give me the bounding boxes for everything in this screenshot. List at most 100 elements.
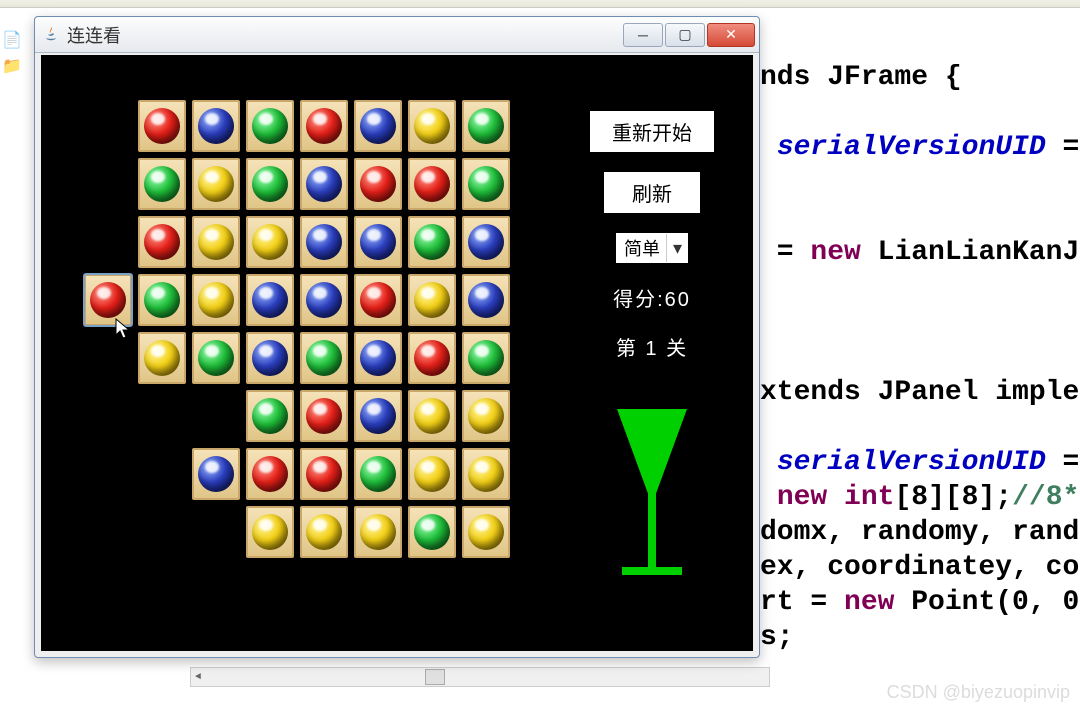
game-tile[interactable] (192, 100, 240, 152)
game-tile[interactable] (462, 390, 510, 442)
game-tile[interactable] (408, 332, 456, 384)
board-cell[interactable] (351, 213, 405, 271)
game-tile[interactable] (300, 390, 348, 442)
board-cell[interactable] (459, 387, 513, 445)
game-tile[interactable] (192, 332, 240, 384)
horizontal-scrollbar[interactable] (190, 667, 770, 687)
game-tile[interactable] (354, 216, 402, 268)
board-cell[interactable] (351, 445, 405, 503)
game-tile[interactable] (354, 448, 402, 500)
game-tile[interactable] (246, 216, 294, 268)
board-cell[interactable] (297, 329, 351, 387)
board-cell[interactable] (405, 387, 459, 445)
board-cell[interactable] (243, 329, 297, 387)
board-cell[interactable] (135, 329, 189, 387)
game-tile[interactable] (192, 158, 240, 210)
board-cell[interactable] (81, 97, 135, 155)
maximize-button[interactable]: ▢ (665, 23, 705, 47)
game-tile[interactable] (138, 274, 186, 326)
game-tile[interactable] (354, 332, 402, 384)
board-cell[interactable] (297, 271, 351, 329)
game-tile[interactable] (408, 506, 456, 558)
game-tile[interactable] (462, 274, 510, 326)
game-tile[interactable] (246, 158, 294, 210)
game-tile[interactable] (462, 100, 510, 152)
board-cell[interactable] (189, 503, 243, 561)
board-cell[interactable] (351, 155, 405, 213)
game-tile[interactable] (408, 274, 456, 326)
board-cell[interactable] (135, 387, 189, 445)
board-cell[interactable] (405, 445, 459, 503)
titlebar[interactable]: 连连看 ─ ▢ ✕ (35, 17, 759, 53)
game-tile[interactable] (138, 332, 186, 384)
board-cell[interactable] (81, 213, 135, 271)
board-cell[interactable] (459, 155, 513, 213)
board-cell[interactable] (351, 387, 405, 445)
game-tile[interactable] (246, 274, 294, 326)
game-tile[interactable] (300, 158, 348, 210)
board-cell[interactable] (189, 387, 243, 445)
board-cell[interactable] (135, 97, 189, 155)
board-cell[interactable] (459, 97, 513, 155)
game-tile[interactable] (354, 274, 402, 326)
board-cell[interactable] (243, 97, 297, 155)
game-tile[interactable] (246, 332, 294, 384)
board-cell[interactable] (297, 213, 351, 271)
board-cell[interactable] (405, 271, 459, 329)
board-cell[interactable] (135, 213, 189, 271)
game-tile[interactable] (246, 390, 294, 442)
game-tile[interactable] (138, 158, 186, 210)
board-cell[interactable] (135, 445, 189, 503)
board-cell[interactable] (189, 445, 243, 503)
board-cell[interactable] (135, 503, 189, 561)
board-cell[interactable] (135, 155, 189, 213)
game-tile[interactable] (408, 100, 456, 152)
board-cell[interactable] (189, 155, 243, 213)
board-cell[interactable] (297, 155, 351, 213)
game-tile[interactable] (300, 216, 348, 268)
board-cell[interactable] (405, 97, 459, 155)
board-cell[interactable] (351, 329, 405, 387)
board-cell[interactable] (459, 445, 513, 503)
game-tile[interactable] (192, 216, 240, 268)
game-tile[interactable] (462, 448, 510, 500)
game-tile[interactable] (354, 158, 402, 210)
board-cell[interactable] (351, 97, 405, 155)
board-cell[interactable] (81, 387, 135, 445)
board-cell[interactable] (81, 503, 135, 561)
board-cell[interactable] (189, 97, 243, 155)
game-tile[interactable] (408, 216, 456, 268)
game-tile[interactable] (246, 100, 294, 152)
game-tile[interactable] (300, 100, 348, 152)
game-tile[interactable] (300, 448, 348, 500)
board-cell[interactable] (405, 213, 459, 271)
board-cell[interactable] (297, 445, 351, 503)
board-cell[interactable] (135, 271, 189, 329)
game-tile[interactable] (246, 506, 294, 558)
game-tile[interactable] (192, 274, 240, 326)
board-cell[interactable] (459, 329, 513, 387)
close-button[interactable]: ✕ (707, 23, 755, 47)
board-cell[interactable] (297, 387, 351, 445)
difficulty-dropdown[interactable]: 简单 ▾ (616, 233, 688, 263)
board-cell[interactable] (81, 155, 135, 213)
game-tile[interactable] (408, 158, 456, 210)
game-tile[interactable] (300, 274, 348, 326)
board-cell[interactable] (297, 97, 351, 155)
game-tile[interactable] (408, 390, 456, 442)
game-tile[interactable] (300, 506, 348, 558)
minimize-button[interactable]: ─ (623, 23, 663, 47)
game-tile[interactable] (354, 390, 402, 442)
board-cell[interactable] (243, 503, 297, 561)
board-cell[interactable] (81, 445, 135, 503)
board-cell[interactable] (189, 271, 243, 329)
board-cell[interactable] (459, 503, 513, 561)
game-tile[interactable] (300, 332, 348, 384)
game-tile[interactable] (462, 158, 510, 210)
game-tile[interactable] (462, 506, 510, 558)
board-cell[interactable] (351, 503, 405, 561)
game-tile[interactable] (246, 448, 294, 500)
game-tile[interactable] (138, 100, 186, 152)
game-tile[interactable] (192, 448, 240, 500)
game-tile[interactable] (408, 448, 456, 500)
